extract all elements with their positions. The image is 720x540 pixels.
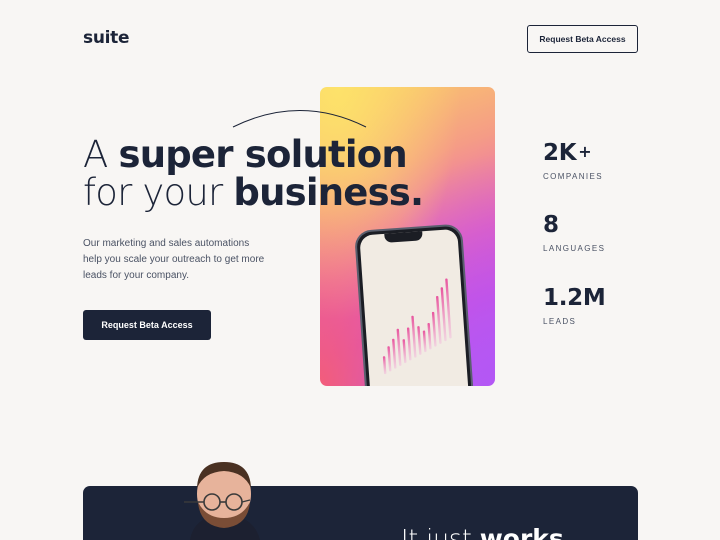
decorative-arc-icon bbox=[232, 110, 367, 128]
chart-bar bbox=[417, 326, 422, 355]
headline-line2-light: for your bbox=[83, 171, 234, 214]
chart-bar bbox=[431, 311, 437, 347]
stat-value: 2K + bbox=[543, 140, 592, 166]
chart-bar bbox=[422, 330, 427, 353]
phone-screen bbox=[359, 228, 471, 386]
chart-bar bbox=[440, 287, 447, 342]
header-request-access-button[interactable]: Request Beta Access bbox=[527, 25, 638, 53]
chart-bar bbox=[427, 323, 432, 350]
phone-mockup-icon bbox=[354, 223, 475, 386]
chart-bar bbox=[382, 356, 387, 375]
hero-gradient-card bbox=[320, 87, 495, 386]
hero-lead-text: Our marketing and sales automations help… bbox=[83, 238, 265, 281]
stat-languages: 8 LANGUAGES bbox=[543, 213, 605, 253]
stat-label: LANGUAGES bbox=[543, 244, 606, 253]
chart-bar bbox=[402, 339, 407, 364]
person-photo-icon bbox=[184, 462, 260, 540]
chart-bar bbox=[387, 346, 392, 372]
stat-label: COMPANIES bbox=[543, 172, 604, 181]
headline-line1-bold: super solution bbox=[118, 133, 407, 176]
chart-bar bbox=[445, 278, 452, 339]
stat-suffix: + bbox=[578, 142, 592, 161]
chart-bar bbox=[436, 295, 442, 344]
chart-bar bbox=[392, 338, 397, 369]
chart-bar bbox=[396, 328, 402, 366]
stat-value: 1.2M bbox=[543, 285, 606, 311]
hero-headline: A super solution for your business. bbox=[83, 133, 424, 214]
testimonial-section: It just works bbox=[83, 486, 638, 540]
section-headline: It just works bbox=[401, 524, 564, 540]
stat-leads: 1.2M LEADS bbox=[543, 285, 606, 326]
hero-request-access-button[interactable]: Request Beta Access bbox=[83, 310, 211, 340]
bar-chart-graphic-icon bbox=[382, 278, 452, 375]
stat-label: LEADS bbox=[543, 317, 577, 326]
chart-bar bbox=[406, 327, 412, 361]
stat-companies: 2K + COMPANIES bbox=[543, 140, 603, 181]
logo[interactable]: suite bbox=[83, 28, 130, 48]
headline-line2-bold: business. bbox=[233, 171, 424, 214]
headline-line1-light: A bbox=[83, 133, 119, 176]
chart-bar bbox=[411, 315, 417, 358]
stat-value: 8 bbox=[543, 212, 559, 238]
